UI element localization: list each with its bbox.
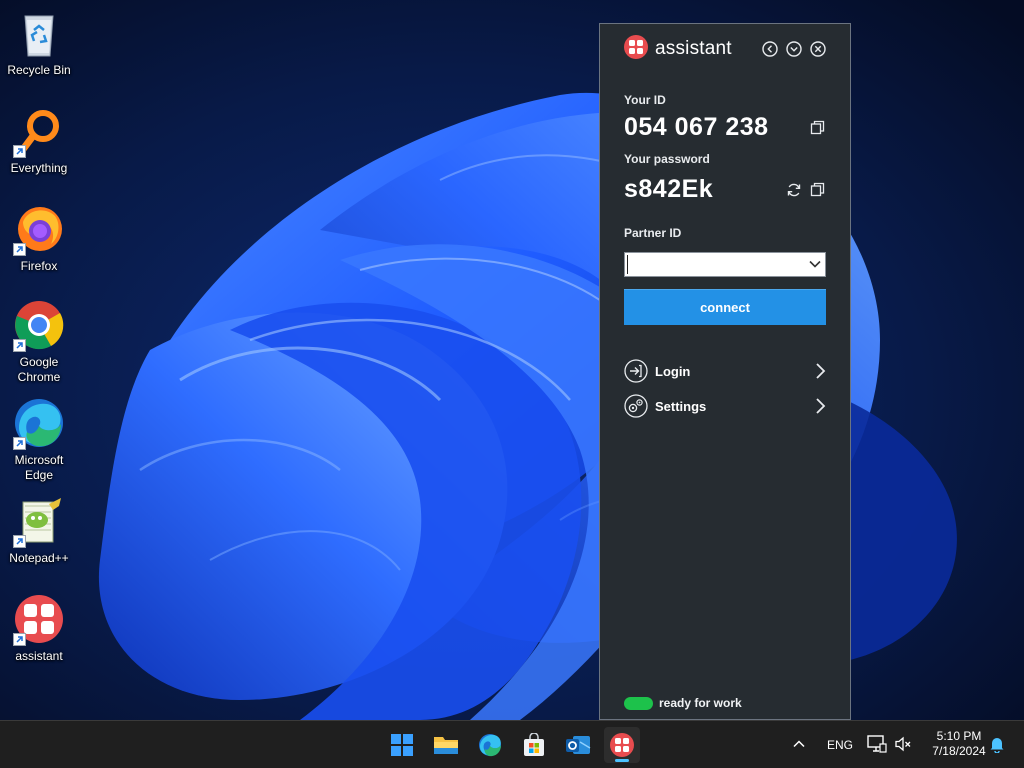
- desktop-icon-label: Notepad++: [9, 551, 69, 565]
- status-text: ready for work: [659, 696, 742, 710]
- back-button[interactable]: [762, 41, 778, 57]
- copy-password-button[interactable]: [810, 182, 825, 202]
- notepad-plus-plus-icon: [13, 496, 65, 548]
- clock-date: 7/18/2024: [932, 744, 986, 758]
- edge-icon: [13, 398, 65, 450]
- assistant-title: assistant: [655, 38, 732, 59]
- password-label: Your password: [624, 152, 710, 166]
- settings-icon: [624, 394, 648, 418]
- file-explorer-icon: [434, 737, 458, 754]
- copy-icon: [810, 182, 825, 197]
- edge-icon: [479, 734, 501, 757]
- taskbar-start-button[interactable]: [384, 727, 420, 763]
- bell-icon: [990, 738, 1004, 754]
- menu-item-login[interactable]: Login: [624, 358, 826, 384]
- close-button[interactable]: [810, 41, 826, 57]
- taskbar-store[interactable]: [516, 727, 552, 763]
- chevron-left-circle-icon: [762, 41, 778, 57]
- refresh-password-button[interactable]: [786, 182, 802, 203]
- desktop-icon-label-line1: Microsoft: [14, 453, 64, 467]
- taskbar-file-explorer[interactable]: [428, 727, 464, 763]
- running-indicator: [615, 759, 629, 762]
- refresh-icon: [787, 183, 801, 197]
- taskbar-assistant[interactable]: [604, 727, 640, 763]
- everything-search-icon: [13, 106, 65, 158]
- desktop-wallpaper: [0, 0, 1024, 720]
- partner-id-combobox[interactable]: [624, 252, 826, 277]
- firefox-icon: [13, 204, 65, 256]
- desktop-icon-label-line2: Edge: [24, 468, 54, 482]
- shortcut-arrow-icon: [13, 535, 26, 548]
- taskbar: ENG 5:10 PM 7/18/2024: [0, 720, 1024, 768]
- desktop-icon-recycle-bin[interactable]: Recycle Bin: [2, 8, 76, 78]
- shortcut-arrow-icon: [13, 145, 26, 158]
- close-circle-icon: [810, 41, 826, 57]
- desktop-icon-assistant[interactable]: assistant: [2, 594, 76, 664]
- partner-id-input[interactable]: [627, 255, 802, 274]
- shortcut-arrow-icon: [13, 339, 26, 352]
- password-value: s842Ek: [624, 175, 714, 203]
- menu-item-settings[interactable]: Settings: [624, 393, 826, 419]
- chevron-up-icon: [793, 740, 805, 748]
- copy-icon: [810, 120, 825, 135]
- chevron-down-circle-icon: [786, 41, 802, 57]
- outlook-icon: [566, 736, 591, 754]
- desktop-icon-everything[interactable]: Everything: [2, 106, 76, 176]
- clock-time: 5:10 PM: [936, 729, 982, 743]
- assistant-brand: assistant: [624, 34, 732, 64]
- language-indicator[interactable]: ENG: [827, 738, 853, 752]
- menu-item-label: Login: [655, 363, 691, 379]
- desktop-icon-label-line1: Google: [19, 355, 59, 369]
- your-id-value: 054 067 238: [624, 113, 769, 141]
- desktop-icon-label: Everything: [10, 161, 68, 175]
- taskbar-edge[interactable]: [472, 727, 508, 763]
- minimize-button[interactable]: [786, 41, 802, 57]
- shortcut-arrow-icon: [13, 243, 26, 256]
- desktop-icon-label: assistant: [15, 649, 63, 663]
- desktop-icon-microsoft-edge[interactable]: Microsoft Edge: [2, 398, 76, 483]
- chrome-icon: [13, 300, 65, 352]
- your-id-label: Your ID: [624, 93, 666, 107]
- login-icon: [624, 359, 648, 383]
- desktop-icon-label: Firefox: [20, 259, 58, 273]
- connect-button[interactable]: connect: [624, 289, 826, 325]
- chevron-down-icon[interactable]: [808, 257, 822, 276]
- menu-item-label: Settings: [655, 398, 707, 414]
- desktop-icon-google-chrome[interactable]: Google Chrome: [2, 300, 76, 385]
- desktop-icon-label: Recycle Bin: [7, 63, 71, 77]
- copy-id-button[interactable]: [810, 120, 825, 140]
- partner-id-label: Partner ID: [624, 226, 682, 240]
- assistant-window: assistant Your ID 054 067 238 Your passw…: [599, 23, 851, 720]
- assistant-logo-icon: [624, 34, 648, 64]
- status-indicator: [624, 696, 653, 710]
- desktop-icon-firefox[interactable]: Firefox: [2, 204, 76, 274]
- shortcut-arrow-icon: [13, 437, 26, 450]
- speaker-muted-icon: [895, 736, 911, 752]
- desktop-icon-label-line2: Chrome: [17, 370, 61, 384]
- store-icon: [524, 733, 544, 756]
- start-icon: [391, 734, 413, 756]
- volume-button[interactable]: [894, 735, 912, 758]
- chevron-right-icon: [816, 398, 826, 414]
- shortcut-arrow-icon: [13, 633, 26, 646]
- network-status-button[interactable]: [867, 735, 887, 758]
- assistant-app-icon: [13, 594, 65, 646]
- recycle-bin-icon: [13, 8, 65, 60]
- taskbar-outlook[interactable]: [560, 727, 596, 763]
- chevron-right-icon: [816, 363, 826, 379]
- show-hidden-icons-button[interactable]: [792, 737, 806, 756]
- assistant-app-icon: [610, 733, 634, 757]
- connection-status: ready for work: [624, 696, 742, 710]
- taskbar-clock[interactable]: 5:10 PM 7/18/2024: [920, 729, 998, 759]
- desktop-icon-notepad-plus-plus[interactable]: Notepad++: [2, 496, 76, 566]
- notifications-button[interactable]: [988, 735, 1006, 758]
- network-icon: [867, 735, 887, 753]
